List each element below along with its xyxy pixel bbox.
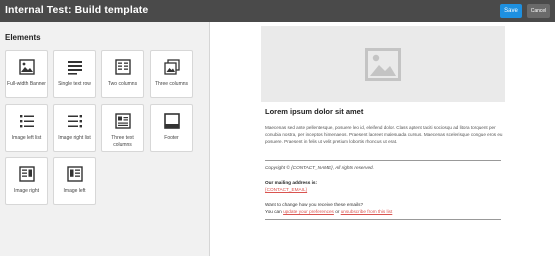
image-left-list-icon (20, 115, 34, 128)
footer-divider-top (265, 160, 501, 161)
tile-image-left[interactable]: Image left (53, 157, 96, 205)
tile-label: Image right list (58, 135, 91, 141)
save-button[interactable]: Save (500, 4, 522, 18)
tile-image-right-list[interactable]: Image right list (53, 104, 96, 152)
two-columns-icon (115, 59, 131, 75)
sidebar-heading: Elements (5, 33, 41, 42)
cancel-button[interactable]: Cancel (527, 4, 550, 18)
footer-icon (164, 113, 180, 129)
tile-label: Three columns (154, 81, 189, 87)
tile-label: Two columns (107, 81, 138, 87)
tile-two-columns[interactable]: Two columns (101, 50, 144, 98)
unsubscribe-link[interactable]: unsubscribe from this list (341, 209, 393, 214)
template-canvas: Lorem ipsum dolor sit amet Maecenas sed … (211, 22, 555, 256)
footer-links-line: You can update your preferences or unsub… (265, 209, 392, 214)
image-placeholder-icon (365, 48, 401, 81)
content-title: Lorem ipsum dolor sit amet (265, 107, 364, 116)
footer-or: or (333, 209, 341, 214)
footer-you-can: You can (265, 209, 284, 214)
image-right-icon (19, 166, 35, 182)
tile-label: Image left list (11, 135, 42, 141)
image-right-list-icon (68, 115, 82, 128)
tile-label: Single text row (58, 81, 91, 87)
tile-full-width-banner[interactable]: Full-width Banner (5, 50, 48, 98)
elements-sidebar: Elements Full-width Banner Single text r… (0, 22, 210, 256)
image-left-icon (67, 166, 83, 182)
footer-mailing-value[interactable]: {CONTACT_EMAIL} (265, 187, 307, 192)
text-rows-icon (68, 61, 82, 75)
header-bar: Internal Test: Build template Save Cance… (0, 0, 555, 22)
tile-footer[interactable]: Footer (150, 104, 193, 152)
three-columns-icon (164, 59, 180, 75)
update-preferences-link[interactable]: update your preferences (283, 209, 334, 214)
banner-icon (19, 59, 35, 75)
three-text-columns-icon (115, 113, 131, 129)
tile-single-text-row[interactable]: Single text row (53, 50, 96, 98)
footer-copyright: Copyright © {CONTACT_NAME}, All rights r… (265, 165, 374, 170)
content-body: Maecenas sed ante pellentesque, posuere … (265, 125, 503, 144)
tile-label: Footer (164, 135, 179, 141)
page-title: Internal Test: Build template (5, 4, 149, 16)
tile-label: Image right (13, 188, 39, 194)
banner-image-placeholder[interactable] (261, 26, 505, 102)
footer-change-question: Want to change how you receive these ema… (265, 202, 364, 207)
footer-divider-bottom (265, 219, 501, 220)
tile-image-right[interactable]: Image right (5, 157, 48, 205)
tile-label: Three text columns (111, 135, 134, 148)
tile-three-text-columns[interactable]: Three text columns (101, 104, 144, 152)
tile-three-columns[interactable]: Three columns (150, 50, 193, 98)
tile-label: Image left (63, 188, 86, 194)
tile-image-left-list[interactable]: Image left list (5, 104, 48, 152)
tile-label: Full-width Banner (7, 81, 46, 87)
footer-mailing-label: Our mailing address is: (265, 180, 318, 185)
